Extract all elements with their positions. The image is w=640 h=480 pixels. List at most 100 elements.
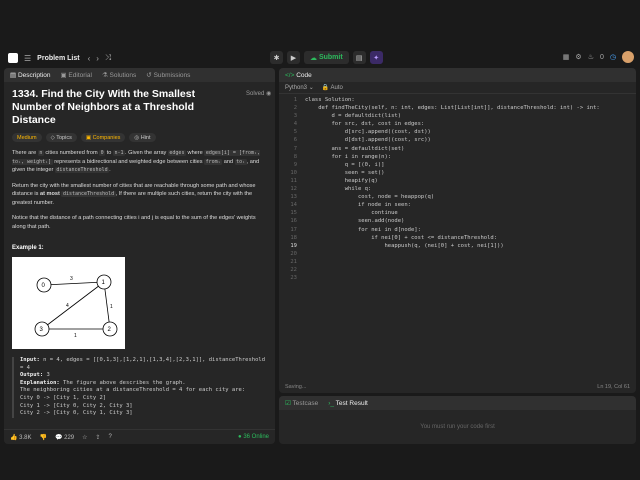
streak-count: 0 [599,53,604,61]
run-toolbar: ✱ ▶ ☁ Submit ▤ ✦ [270,51,383,64]
description-para-2: Return the city with the smallest number… [12,182,256,206]
share-icon[interactable]: ⇪ [96,434,101,441]
edge-1-3 [41,281,105,330]
example-explanation: Explanation: The figure above describes … [20,379,186,386]
line-number: 11 [290,177,297,184]
top-nav: ☰ Problem List ‹ › ⤨ ✱ ▶ ☁ Submit ▤ ✦ ▦ … [0,48,640,68]
list-icon[interactable]: ☰ [24,54,31,63]
code-line[interactable]: 7 ans = defaultdict(set) [279,145,636,153]
code-line[interactable]: 13 cost, node = heappop(q) [279,193,636,201]
description-para-1: There are n cities numbered from 0 to n-… [12,150,260,173]
code-line[interactable]: 20 [279,250,636,258]
code-line[interactable]: 10 seen = set() [279,169,636,177]
line-text: d[src].append((cost, dst)) [305,129,431,136]
help-icon[interactable]: ? [109,434,112,440]
tab-test-result[interactable]: ›_ Test Result [328,400,368,407]
auto-toggle[interactable]: 🔒 Auto [322,84,343,91]
chevron-left-icon[interactable]: ‹ [88,54,91,63]
bug-icon: ✱ [273,54,280,62]
run-button[interactable]: ▶ [287,51,300,64]
difficulty-badge[interactable]: Medium [12,133,42,142]
example-line: City 1 -> [City 0, City 2, City 3] [20,402,133,409]
code-line[interactable]: 5 d[src].append((cost, dst)) [279,128,636,136]
code-line[interactable]: 16 seen.add(node) [279,217,636,225]
code-line[interactable]: 15 continue [279,209,636,217]
line-text: heappush(q, (nei[0] + cost, nei[1])) [305,242,504,249]
avatar[interactable] [622,51,634,63]
code-line[interactable]: 11 heapify(q) [279,177,636,185]
test-panel: ☑ Testcase ›_ Test Result You must run y… [279,396,636,444]
shuffle-icon[interactable]: ⤨ [105,53,111,63]
code-line[interactable]: 3 d = defaultdict(list) [279,112,636,120]
star-icon[interactable]: ☆ [82,434,87,441]
logo-icon[interactable] [8,53,18,63]
code-line[interactable]: 2 def findTheCity(self, n: int, edges: L… [279,104,636,112]
chevron-right-icon[interactable]: › [96,54,99,63]
code-line[interactable]: 19 heappush(q, (nei[0] + cost, nei[1])) [279,242,636,250]
tab-code[interactable]: </> Code [285,72,312,79]
code-line[interactable]: 9 q = [(0, i)] [279,161,636,169]
line-text: seen.add(node) [305,218,405,225]
code-line[interactable]: 12 while q: [279,185,636,193]
code-editor[interactable]: 1 class Solution: 2 def findTheCity(self, … [279,96,636,376]
description-footer: 👍 3.8K 👎 💬 229 ☆ ⇪ ? ● 36 Online [4,429,275,444]
dislike-icon[interactable]: 👎 [39,434,46,441]
comments-button[interactable]: 💬 229 [55,434,74,441]
flame-icon[interactable]: ♨ [588,53,594,61]
tab-submissions[interactable]: ↺ Submissions [146,71,190,79]
line-number: 13 [290,194,297,201]
notes-button[interactable]: ▤ [352,51,366,64]
problem-list-link[interactable]: Problem List [37,55,79,62]
line-number: 5 [293,129,297,136]
line-text: cost, node = heappop(q) [305,194,435,201]
code-line[interactable]: 21 [279,258,636,266]
example-input: Input: n = 4, edges = [[0,1,3],[1,2,1],[… [20,357,266,371]
line-text: q = [(0, i)] [305,161,385,168]
code-line[interactable]: 4 for src, dst, cost in edges: [279,120,636,128]
line-text: seen = set() [305,169,385,176]
topics-tag[interactable]: ◇ Topics [45,133,77,142]
tab-editorial[interactable]: ▣ Editorial [60,71,91,79]
code-line[interactable]: 8 for i in range(n): [279,153,636,161]
save-status: Saving... [285,384,307,390]
code-line[interactable]: 6 d[dst].append((cost, src)) [279,136,636,144]
code-line[interactable]: 23 [279,274,636,282]
tab-solutions[interactable]: ⚗ Solutions [102,71,136,79]
line-number: 9 [293,161,297,168]
code-line[interactable]: 22 [279,266,636,274]
weight-2-3: 1 [74,333,77,339]
language-select[interactable]: Python3 ⌄ [285,84,314,91]
editor-status-bar: Saving... Ln 19, Col 61 [279,381,636,393]
clock-icon[interactable]: ◷ [610,53,616,61]
tab-description[interactable]: ▤ Description [10,71,50,79]
code-line[interactable]: 17 for nei in d[node]: [279,226,636,234]
problem-title: 1334. Find the City With the Smallest Nu… [12,88,196,126]
line-text: if node in seen: [305,202,411,209]
line-number: 3 [293,113,297,120]
settings-icon[interactable]: ⚙ [575,53,581,61]
companies-tag[interactable]: ▣ Companies [80,133,126,142]
weight-1-2: 1 [110,304,113,310]
like-button[interactable]: 👍 3.8K [10,434,31,441]
cursor-position: Ln 19, Col 61 [597,384,630,390]
tag-row: Medium ◇ Topics ▣ Companies ◎ Hint [12,133,267,142]
layout-icon[interactable]: ▦ [563,53,570,61]
ai-button[interactable]: ✦ [369,51,383,64]
line-number: 21 [290,258,297,265]
code-line[interactable]: 14 if node in seen: [279,201,636,209]
line-number: 16 [290,218,297,225]
debug-button[interactable]: ✱ [270,51,283,64]
tab-testcase[interactable]: ☑ Testcase [285,399,318,407]
code-line[interactable]: 18 if nei[0] + cost <= distanceThreshold… [279,234,636,242]
submit-button[interactable]: ☁ Submit [304,51,349,64]
line-number: 8 [293,153,297,160]
code-line[interactable]: 1 class Solution: [279,96,636,104]
line-number: 20 [290,250,297,257]
line-number: 12 [290,186,297,193]
line-number: 18 [290,234,297,241]
line-text: continue [305,210,398,217]
line-text: if nei[0] + cost <= distanceThreshold: [305,234,498,241]
weight-1-3: 4 [66,303,69,309]
line-number: 15 [290,210,297,217]
hint-tag[interactable]: ◎ Hint [129,133,156,142]
